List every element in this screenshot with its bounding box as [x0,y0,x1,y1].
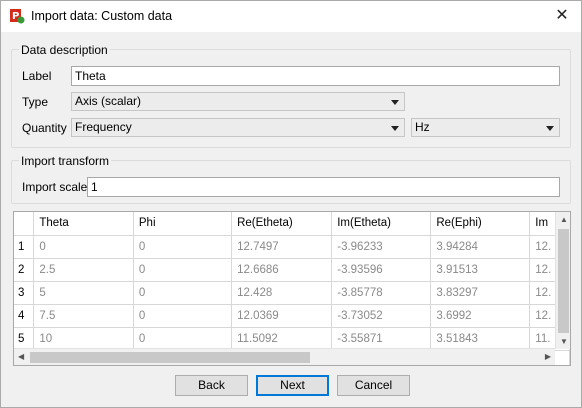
vertical-scrollbar[interactable]: ▲ ▼ [555,212,570,349]
row-index: 2 [14,258,35,282]
title-bar: P Import data: Custom data ✕ [1,1,581,32]
table-cell[interactable]: 3.83297 [430,281,531,305]
back-button[interactable]: Back [175,375,248,396]
data-table[interactable]: Theta Phi Re(Etheta) Im(Etheta) Re(Ephi)… [13,211,571,366]
table-cell[interactable]: 12.428 [231,281,333,305]
import-data-dialog: P Import data: Custom data ✕ Data descri… [0,0,582,408]
scroll-down-icon[interactable]: ▼ [560,338,568,346]
table-row[interactable]: 2 2.5 0 12.6686 -3.93596 3.91513 12. [14,258,570,282]
table-cell[interactable]: 0 [33,235,134,259]
label-label: Label [22,69,52,83]
table-cell[interactable]: 11.5092 [231,327,333,351]
scroll-right-icon[interactable]: ▶ [545,353,551,361]
column-header[interactable]: Re(Ephi) [430,212,531,236]
quantity-dropdown[interactable]: Frequency [71,118,405,137]
table-cell[interactable]: 7.5 [33,304,134,328]
column-header[interactable]: Re(Etheta) [231,212,333,236]
row-index: 1 [14,235,35,259]
table-cell[interactable]: -3.55871 [331,327,432,351]
column-header[interactable]: Im(Etheta) [331,212,432,236]
data-description-title: Data description [19,43,110,57]
row-index: 4 [14,304,35,328]
table-cell[interactable]: 0 [133,304,233,328]
table-cell[interactable]: 2.5 [33,258,134,282]
quantity-dropdown-value: Frequency [75,120,132,134]
window-title: Import data: Custom data [31,9,173,23]
table-cell[interactable]: 0 [133,258,233,282]
column-header[interactable]: Theta [33,212,134,236]
label-field[interactable]: Theta [71,66,560,86]
close-icon[interactable]: ✕ [551,5,573,27]
scroll-up-icon[interactable]: ▲ [560,216,568,224]
next-button[interactable]: Next [256,375,329,396]
chevron-down-icon [391,126,399,131]
unit-dropdown-value: Hz [415,120,430,134]
quantity-label: Quantity [22,121,67,135]
import-transform-title: Import transform [19,154,112,168]
cancel-button[interactable]: Cancel [337,375,410,396]
table-header-row: Theta Phi Re(Etheta) Im(Etheta) Re(Ephi)… [14,212,570,236]
horizontal-scrollbar[interactable]: ◀ ▶ [14,348,555,365]
row-index: 5 [14,327,35,351]
unit-dropdown[interactable]: Hz [411,118,560,137]
table-cell[interactable]: 12.6686 [231,258,333,282]
table-cell[interactable]: 5 [33,281,134,305]
chevron-down-icon [546,126,554,131]
type-dropdown[interactable]: Axis (scalar) [71,92,405,111]
table-row[interactable]: 5 10 0 11.5092 -3.55871 3.51843 11. [14,327,570,351]
data-grid: Theta Phi Re(Etheta) Im(Etheta) Re(Ephi)… [14,212,570,365]
table-cell[interactable]: -3.93596 [331,258,432,282]
table-cell[interactable]: 3.94284 [430,235,531,259]
chevron-down-icon [391,100,399,105]
type-dropdown-value: Axis (scalar) [75,94,142,108]
table-corner [14,212,35,236]
table-row[interactable]: 1 0 0 12.7497 -3.96233 3.94284 12. [14,235,570,259]
column-header[interactable]: Phi [133,212,233,236]
import-scale-label: Import scale [22,180,88,194]
table-row[interactable]: 3 5 0 12.428 -3.85778 3.83297 12. [14,281,570,305]
import-scale-field[interactable]: 1 [87,177,560,197]
scroll-left-icon[interactable]: ◀ [18,353,24,361]
table-cell[interactable]: -3.73052 [331,304,432,328]
row-index: 3 [14,281,35,305]
table-cell[interactable]: 0 [133,235,233,259]
table-cell[interactable]: 12.7497 [231,235,333,259]
table-cell[interactable]: 10 [33,327,134,351]
table-cell[interactable]: -3.96233 [331,235,432,259]
table-cell[interactable]: 3.91513 [430,258,531,282]
table-cell[interactable]: 0 [133,327,233,351]
feko-app-icon: P [10,9,25,24]
table-cell[interactable]: 3.6992 [430,304,531,328]
table-cell[interactable]: 0 [133,281,233,305]
table-row[interactable]: 4 7.5 0 12.0369 -3.73052 3.6992 12. [14,304,570,328]
table-cell[interactable]: 12.0369 [231,304,333,328]
horizontal-scroll-thumb[interactable] [30,352,310,363]
type-label: Type [22,95,49,109]
vertical-scroll-thumb[interactable] [558,229,569,333]
table-cell[interactable]: 3.51843 [430,327,531,351]
table-cell[interactable]: -3.85778 [331,281,432,305]
